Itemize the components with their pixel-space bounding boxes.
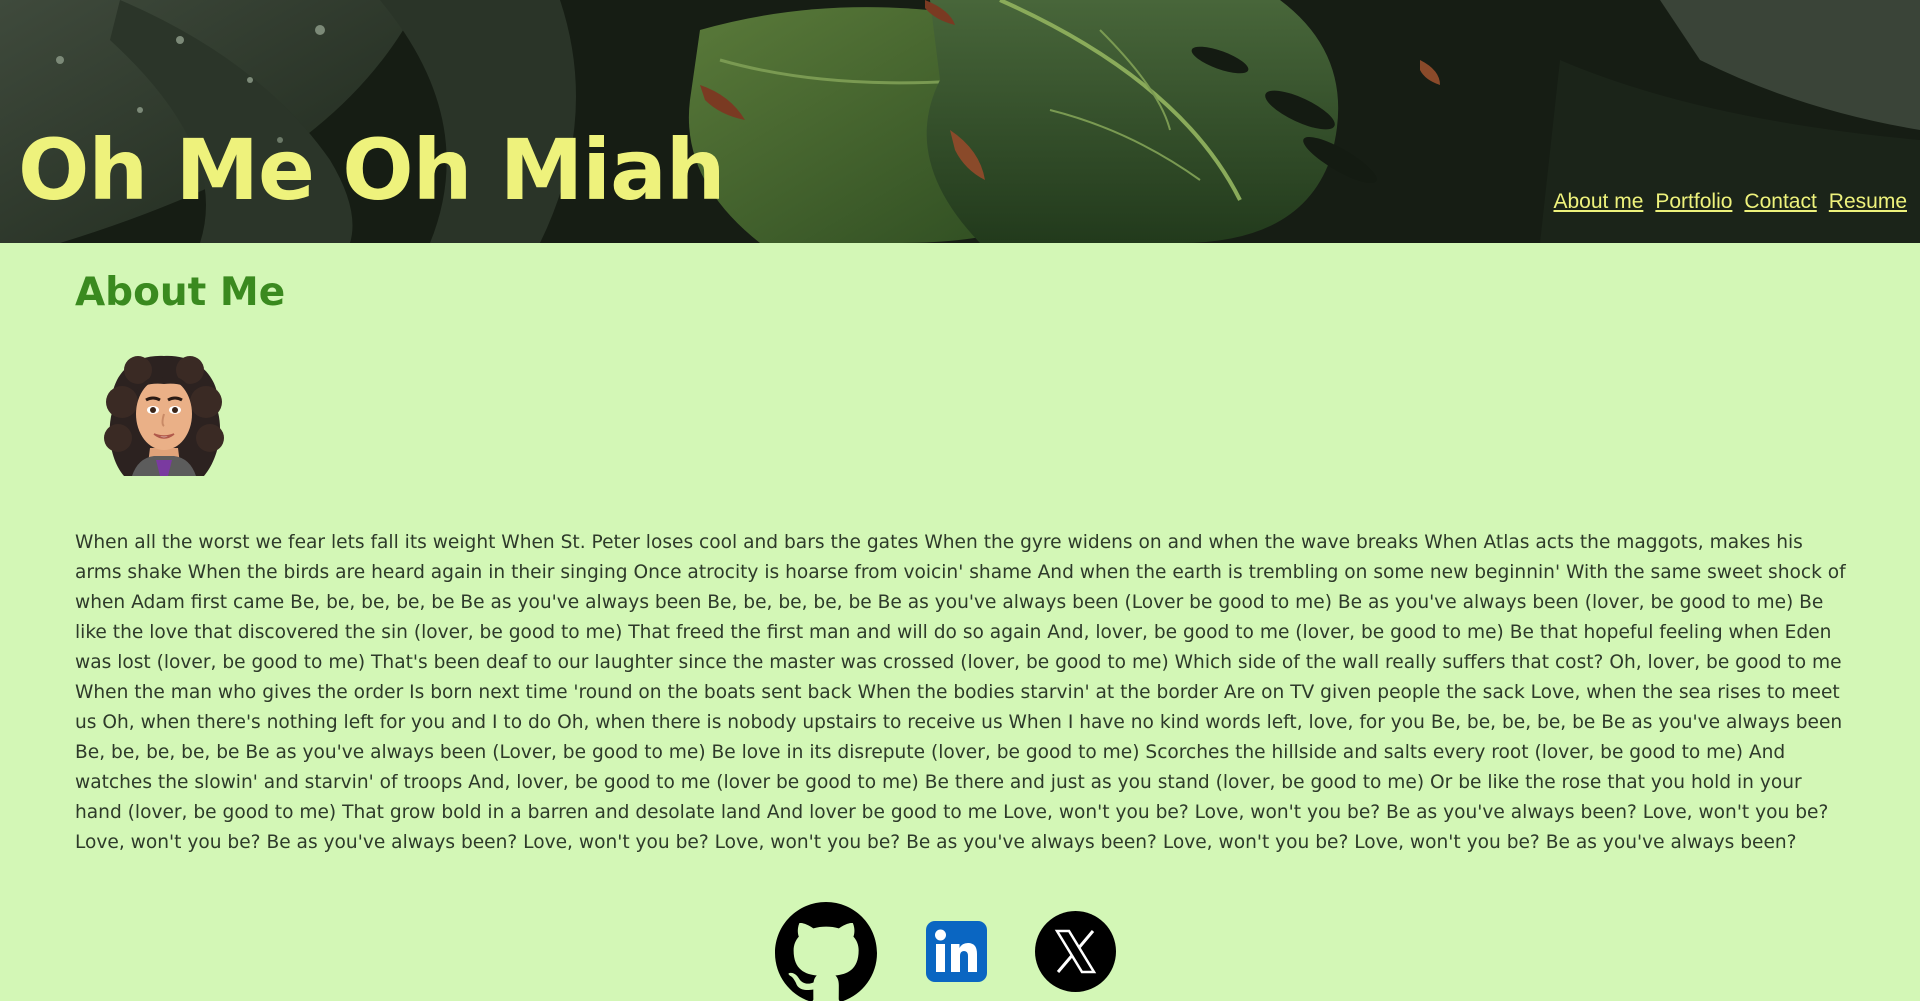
github-icon	[775, 902, 877, 1001]
x-link[interactable]	[1035, 911, 1116, 992]
x-icon	[1035, 911, 1116, 992]
nav-link-resume[interactable]: Resume	[1829, 190, 1907, 214]
site-title: Oh Me Oh Miah	[18, 121, 726, 219]
nav-link-portfolio[interactable]: Portfolio	[1655, 190, 1732, 214]
github-link[interactable]	[775, 902, 877, 1001]
linkedin-icon	[926, 921, 987, 982]
linkedin-link[interactable]	[926, 921, 987, 982]
site-header: Oh Me Oh Miah About me Portfolio Contact…	[0, 0, 1920, 243]
about-heading: About Me	[75, 270, 286, 315]
main-nav: About me Portfolio Contact Resume	[1553, 190, 1907, 214]
bio-text: When all the worst we fear lets fall its…	[75, 532, 1846, 853]
avatar-icon	[104, 355, 224, 476]
nav-link-contact[interactable]: Contact	[1744, 190, 1816, 214]
nav-link-about-me[interactable]: About me	[1553, 190, 1643, 214]
